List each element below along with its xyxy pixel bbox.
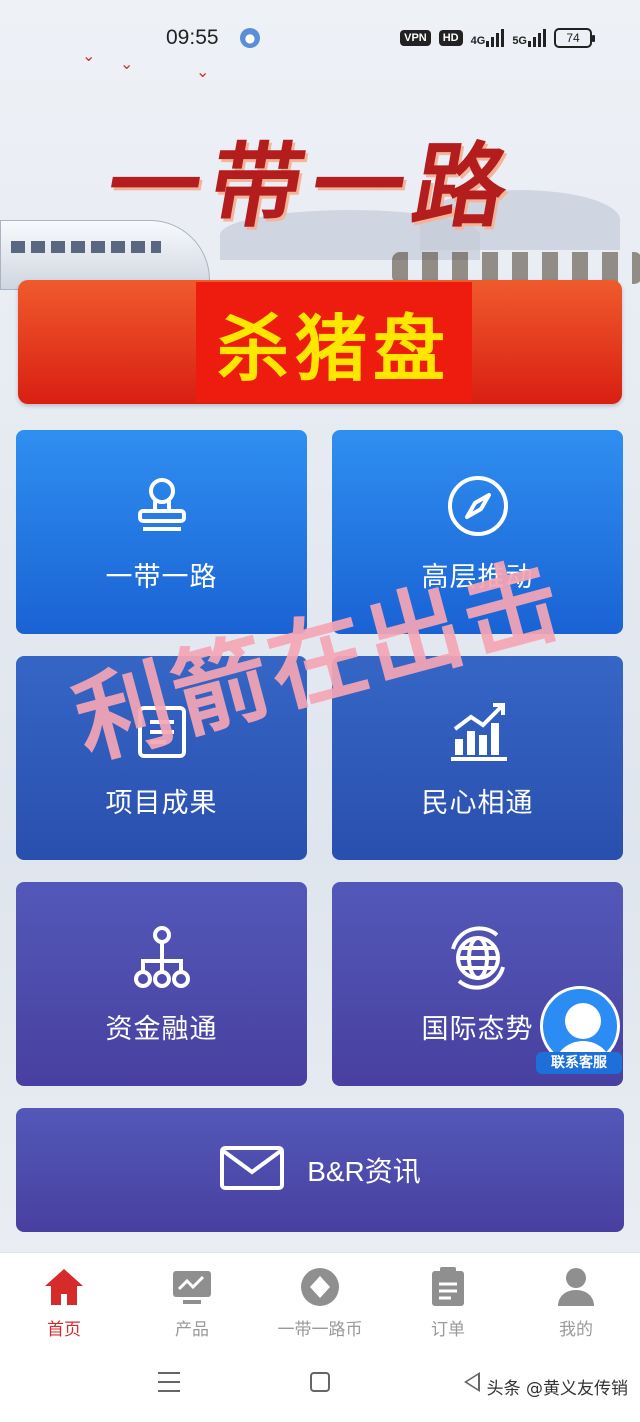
- tile-label: 国际态势: [421, 1013, 534, 1045]
- tile-people-connect[interactable]: 民心相通: [332, 656, 623, 860]
- promo-banner[interactable]: 杀猪盘: [18, 280, 622, 404]
- bar-chart-icon: [443, 697, 513, 767]
- back-icon[interactable]: [464, 1372, 480, 1392]
- bird-icon: ⌄: [196, 62, 210, 81]
- banner-text: 杀猪盘: [216, 306, 451, 391]
- monitor-icon: [170, 1265, 214, 1309]
- banner-label-box: 杀猪盘: [196, 282, 472, 402]
- customer-service-label: 联系客服: [536, 1052, 622, 1074]
- news-label: B&R资讯: [307, 1156, 421, 1187]
- nav-label: 首页: [47, 1320, 81, 1340]
- envelope-icon: [219, 1145, 285, 1195]
- nav-home[interactable]: 首页: [9, 1265, 119, 1340]
- news-button[interactable]: B&R资讯: [16, 1108, 624, 1232]
- nav-label: 产品: [175, 1320, 209, 1340]
- stamp-icon: [127, 471, 197, 541]
- nav-orders[interactable]: 订单: [393, 1265, 503, 1340]
- nav-products[interactable]: 产品: [137, 1265, 247, 1340]
- tile-label: 高层推动: [421, 561, 534, 593]
- nav-coin[interactable]: 一带一路币: [265, 1265, 375, 1340]
- tile-financing[interactable]: 资金融通: [16, 882, 307, 1086]
- tile-label: 民心相通: [421, 787, 534, 819]
- app-screen: 09:55 ● VPN HD 4G 5G 74 ⌄ ⌄ ⌄ 一带一路 杀猪盘 一…: [0, 0, 640, 1422]
- tile-high-level-push[interactable]: 高层推动: [332, 430, 623, 634]
- customer-service-button[interactable]: 联系客服: [536, 986, 622, 1076]
- bird-icon: ⌄: [82, 46, 96, 65]
- recents-icon[interactable]: [158, 1372, 180, 1392]
- bird-icon: ⌄: [120, 54, 134, 73]
- compass-icon: [443, 471, 513, 541]
- tile-label: 一带一路: [105, 561, 218, 593]
- user-icon: [554, 1265, 598, 1309]
- tile-label: 项目成果: [105, 787, 218, 819]
- tile-belt-and-road[interactable]: 一带一路: [16, 430, 307, 634]
- clipboard-icon: [426, 1265, 470, 1309]
- coin-icon: [298, 1265, 342, 1309]
- home-icon: [42, 1265, 86, 1309]
- nav-label: 一带一路币: [277, 1320, 363, 1340]
- bottom-nav: 首页 产品 一带一路币 订单 我的: [0, 1252, 640, 1352]
- document-icon: [127, 697, 197, 767]
- nav-label: 订单: [431, 1320, 465, 1340]
- nav-label: 我的: [559, 1320, 593, 1340]
- hero-banner: ⌄ ⌄ ⌄ 一带一路: [0, 40, 640, 290]
- hero-title: 一带一路: [99, 132, 527, 240]
- tile-project-results[interactable]: 项目成果: [16, 656, 307, 860]
- source-credit: 头条 @黄义友传销: [486, 1379, 628, 1399]
- nav-profile[interactable]: 我的: [521, 1265, 631, 1340]
- globe-icon: [443, 923, 513, 993]
- home-square-icon[interactable]: [310, 1372, 330, 1392]
- system-nav-bar: 头条 @黄义友传销: [0, 1352, 640, 1422]
- tile-label: 资金融通: [105, 1013, 218, 1045]
- network-icon: [127, 923, 197, 993]
- avatar-head: [565, 1003, 601, 1039]
